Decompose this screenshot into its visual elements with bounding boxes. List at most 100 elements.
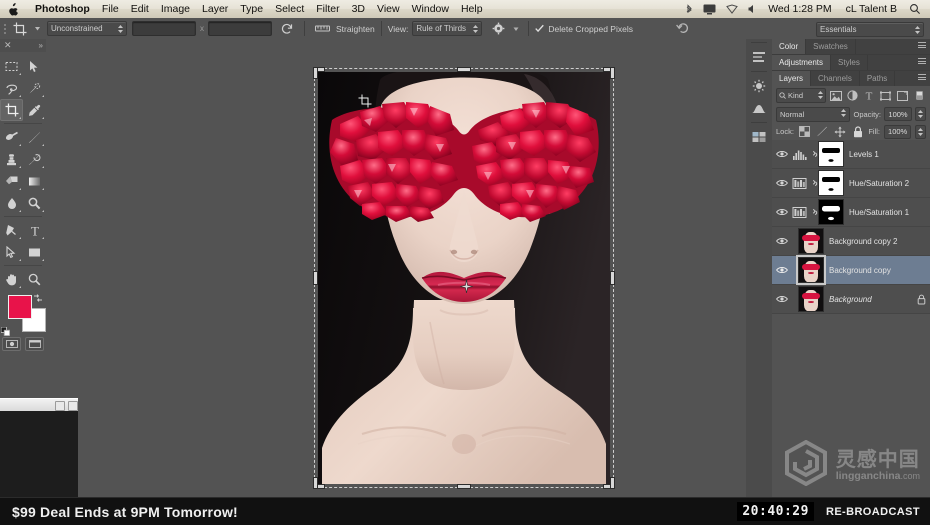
table-row[interactable]: Levels 1 (772, 140, 930, 169)
foreground-color-swatch[interactable] (8, 295, 32, 319)
background-window-titlebar[interactable] (0, 398, 78, 412)
filter-smart-objects-icon[interactable] (896, 89, 910, 103)
quick-selection-tool[interactable] (23, 77, 46, 99)
tool-preset-picker-icon[interactable] (31, 18, 44, 39)
checkmark-icon[interactable] (535, 24, 545, 33)
menu-item-layer[interactable]: Layer (196, 0, 234, 18)
layer-name[interactable]: Background copy (824, 266, 928, 275)
image-canvas[interactable] (314, 68, 614, 488)
brush-tool[interactable] (23, 126, 46, 148)
layer-mask-thumbnail[interactable] (818, 199, 844, 225)
menu-item-image[interactable]: Image (155, 0, 196, 18)
layer-thumbnail[interactable] (798, 286, 824, 312)
crop-handle-top-center[interactable] (458, 68, 470, 71)
pen-tool[interactable] (0, 219, 23, 241)
dropbox-icon[interactable] (721, 3, 743, 15)
crop-handle-middle-right[interactable] (611, 272, 614, 284)
hue-saturation-adjustment-icon[interactable] (790, 177, 809, 190)
filter-toggle-icon[interactable] (912, 89, 926, 103)
hue-saturation-adjustment-icon[interactable] (790, 206, 809, 219)
menu-item-photoshop[interactable]: Photoshop (29, 0, 96, 18)
minimize-icon[interactable] (55, 400, 65, 411)
levels-adjustment-icon[interactable] (790, 148, 809, 161)
tab-styles[interactable]: Styles (831, 55, 868, 70)
menu-item-filter[interactable]: Filter (310, 0, 345, 18)
opacity-value[interactable]: 100% (884, 107, 912, 121)
layer-mask-link-icon[interactable] (809, 178, 818, 188)
layer-visibility-eye-icon[interactable] (774, 150, 790, 158)
crop-tool[interactable] (0, 99, 23, 121)
lock-image-pixels-icon[interactable] (816, 125, 830, 139)
fill-stepper[interactable] (915, 124, 926, 139)
bluetooth-icon[interactable] (680, 3, 698, 15)
rectangle-tool[interactable] (23, 241, 46, 263)
table-row[interactable]: Background copy 2 (772, 227, 930, 256)
table-row[interactable]: Background (772, 285, 930, 314)
dodge-tool[interactable] (23, 192, 46, 214)
lock-position-icon[interactable] (833, 125, 847, 139)
layer-name[interactable]: Background (824, 295, 914, 304)
layer-visibility-eye-icon[interactable] (774, 179, 790, 187)
lock-all-icon[interactable] (851, 125, 865, 139)
close-icon[interactable]: ✕ (4, 41, 12, 50)
straighten-label[interactable]: Straighten (336, 24, 375, 34)
quick-mask-icon[interactable] (2, 337, 21, 351)
crop-handle-top-right-v[interactable] (611, 68, 614, 78)
adjustments-panel-icon[interactable] (746, 75, 772, 97)
layer-name[interactable]: Background copy 2 (824, 237, 928, 246)
crop-handle-middle-left[interactable] (314, 272, 317, 284)
volume-icon[interactable] (743, 4, 761, 14)
crop-ratio-dropdown[interactable]: Unconstrained (47, 21, 127, 36)
menu-item-help[interactable]: Help (455, 0, 489, 18)
layer-name[interactable]: Levels 1 (844, 150, 928, 159)
eyedropper-tool[interactable] (23, 99, 46, 121)
histogram-panel-icon[interactable] (746, 97, 772, 119)
crop-handle-top-left-v[interactable] (314, 68, 317, 78)
crop-width-input[interactable] (132, 21, 196, 36)
layer-mask-thumbnail[interactable] (818, 170, 844, 196)
horizontal-type-tool[interactable]: T (23, 219, 46, 241)
menu-bar-user[interactable]: cL Talent B (839, 3, 904, 15)
layer-name[interactable]: Hue/Saturation 2 (844, 179, 928, 188)
crop-handle-bottom-left-v[interactable] (314, 478, 317, 488)
filter-pixel-layers-icon[interactable] (829, 89, 843, 103)
layer-name[interactable]: Hue/Saturation 1 (844, 208, 928, 217)
tab-channels[interactable]: Channels (811, 71, 860, 86)
tab-color[interactable]: Color (772, 39, 807, 54)
gradient-tool[interactable] (23, 170, 46, 192)
opacity-stepper[interactable] (915, 107, 926, 121)
menu-item-select[interactable]: Select (269, 0, 310, 18)
tab-adjustments[interactable]: Adjustments (772, 55, 832, 70)
blend-mode-dropdown[interactable]: Normal (776, 106, 851, 122)
spot-healing-brush-tool[interactable] (0, 126, 23, 148)
crop-height-input[interactable] (208, 21, 272, 36)
table-row[interactable]: Hue/Saturation 1 (772, 198, 930, 227)
filter-type-layers-icon[interactable]: T (862, 89, 876, 103)
crop-overlay-dropdown[interactable]: Rule of Thirds (412, 21, 483, 36)
layer-visibility-eye-icon[interactable] (774, 266, 790, 274)
path-selection-tool[interactable] (0, 241, 23, 263)
layer-mask-thumbnail[interactable] (818, 141, 844, 167)
menu-item-file[interactable]: File (96, 0, 125, 18)
lasso-tool[interactable] (0, 77, 23, 99)
tab-layers[interactable]: Layers (772, 71, 812, 86)
layer-comps-panel-icon[interactable] (746, 126, 772, 148)
default-colors-icon[interactable] (0, 323, 11, 337)
workspace-dropdown[interactable]: Essentials (816, 22, 924, 37)
eraser-tool[interactable] (0, 170, 23, 192)
crop-handle-bottom-right-v[interactable] (611, 478, 614, 488)
layer-filter-kind-dropdown[interactable]: Kind (776, 88, 826, 103)
tab-swatches[interactable]: Swatches (806, 39, 856, 54)
spotlight-search-icon[interactable] (904, 3, 926, 15)
hand-tool[interactable] (0, 268, 23, 290)
crop-handle-bottom-center[interactable] (458, 485, 470, 488)
menu-item-3d[interactable]: 3D (346, 0, 371, 18)
layer-thumbnail[interactable] (798, 228, 824, 254)
layer-visibility-eye-icon[interactable] (774, 237, 790, 245)
apple-logo-icon[interactable] (8, 2, 19, 16)
options-bar-grip[interactable] (0, 18, 9, 39)
menu-bar-clock[interactable]: Wed 1:28 PM (761, 3, 838, 15)
display-mirroring-icon[interactable] (698, 4, 721, 15)
menu-item-view[interactable]: View (371, 0, 406, 18)
panel-menu-icon-layers[interactable] (918, 74, 926, 80)
